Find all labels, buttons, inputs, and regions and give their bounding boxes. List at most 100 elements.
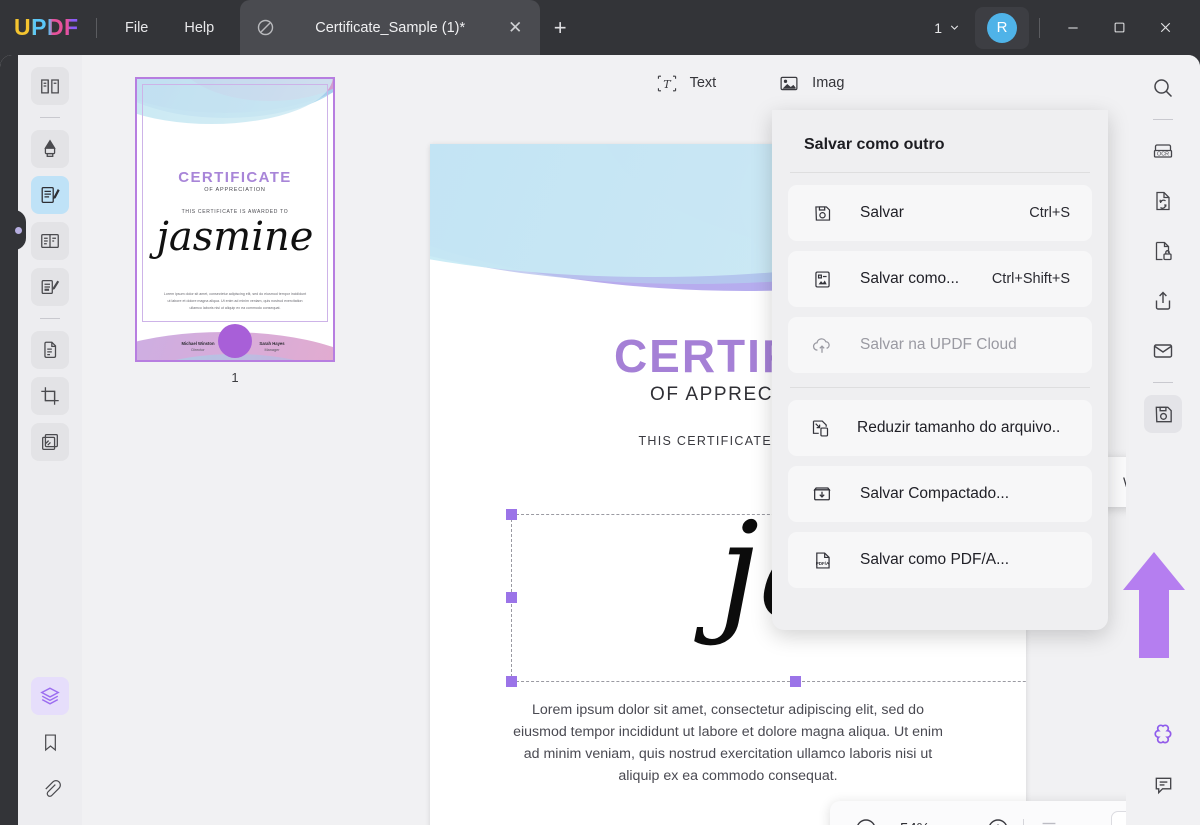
menu-item-label: Salvar Compactado... — [860, 485, 1009, 503]
menu-item-salvar-como-pdfa[interactable]: PDF/A Salvar como PDF/A... — [788, 532, 1092, 588]
zoom-in-button[interactable] — [980, 811, 1016, 825]
sidebar-item-attachments[interactable] — [31, 769, 69, 807]
first-page-button[interactable] — [1031, 811, 1067, 825]
menu-item-shortcut: Ctrl+S — [1029, 205, 1070, 221]
save-compressed-icon — [810, 482, 834, 506]
toolbar-text-label: Text — [690, 75, 717, 91]
menu-item-salvar-como[interactable]: Salvar como... Ctrl+Shift+S — [788, 251, 1092, 307]
zoom-out-button[interactable] — [848, 811, 884, 825]
resize-handle-bottom-center[interactable] — [790, 676, 801, 687]
thumbnail-signer-one-role: Director — [163, 348, 233, 352]
close-tab-icon[interactable]: ✕ — [504, 18, 526, 38]
updf-logo: UPDF — [14, 16, 86, 39]
image-icon — [776, 72, 802, 94]
ai-assistant-icon[interactable] — [1144, 715, 1182, 753]
menu-item-shortcut: Ctrl+Shift+S — [992, 271, 1070, 287]
divider — [1023, 819, 1024, 825]
cloud-upload-icon — [810, 333, 834, 357]
app-shell: CERTIFICATE OF APPRECIATION THIS CERTIFI… — [0, 55, 1200, 825]
sidebar-item-batch[interactable] — [31, 423, 69, 461]
divider — [40, 117, 60, 118]
sidebar-item-crop[interactable] — [31, 377, 69, 415]
menu-item-label: Reduzir tamanho do arquivo.. — [857, 419, 1060, 437]
account-button[interactable]: R — [975, 7, 1029, 49]
menu-help[interactable]: Help — [166, 14, 232, 42]
document-tab[interactable]: Certificate_Sample (1)* ✕ — [240, 0, 540, 55]
thumbnail-page-number: 1 — [82, 370, 388, 385]
new-tab-button[interactable]: + — [540, 17, 580, 39]
sidebar-item-comment[interactable] — [31, 130, 69, 168]
maximize-button[interactable] — [1096, 8, 1142, 48]
sidebar-item-convert[interactable] — [31, 331, 69, 369]
thumbnail-inner-border — [142, 84, 328, 322]
protect-icon[interactable] — [1144, 232, 1182, 270]
left-tool-rail — [18, 55, 82, 825]
menu-item-salvar-compactado[interactable]: Salvar Compactado... — [788, 466, 1092, 522]
page-thumbnail[interactable]: CERTIFICATE OF APPRECIATION THIS CERTIFI… — [135, 77, 335, 362]
thumbnail-title: CERTIFICATE — [137, 169, 333, 186]
sidebar-item-reader[interactable] — [31, 67, 69, 105]
minimize-button[interactable] — [1050, 8, 1096, 48]
close-window-button[interactable] — [1142, 8, 1188, 48]
sidebar-item-layers[interactable] — [31, 677, 69, 715]
certificate-body-text: Lorem ipsum dolor sit amet, consectetur … — [508, 699, 948, 787]
thumbnail-panel: CERTIFICATE OF APPRECIATION THIS CERTIFI… — [82, 55, 372, 825]
resize-handle-middle-left[interactable] — [506, 592, 517, 603]
thumbnail-signer-one-name: Michael Winston — [163, 341, 233, 346]
right-tool-rail: OCR — [1126, 55, 1200, 825]
email-icon[interactable] — [1144, 332, 1182, 370]
tab-count-value: 1 — [934, 20, 942, 36]
sidebar-item-bookmarks[interactable] — [31, 723, 69, 761]
zoom-level-label[interactable]: 54% — [884, 820, 946, 825]
menu-item-salvar-na-updf-cloud[interactable]: Salvar na UPDF Cloud — [788, 317, 1092, 373]
document-tab-title: Certificate_Sample (1)* — [276, 20, 504, 36]
sidebar-item-organize-pages[interactable] — [31, 222, 69, 260]
app-body: CERTIFICATE OF APPRECIATION THIS CERTIFI… — [0, 55, 1200, 825]
share-icon[interactable] — [1144, 282, 1182, 320]
menu-item-salvar[interactable]: Salvar Ctrl+S — [788, 185, 1092, 241]
divider — [96, 18, 97, 38]
save-as-icon — [810, 267, 834, 291]
divider — [790, 387, 1090, 388]
previous-page-button[interactable] — [1067, 811, 1103, 825]
menu-item-label: Salvar como PDF/A... — [860, 551, 1009, 569]
menu-item-label: Salvar — [860, 204, 904, 222]
save-icon — [810, 201, 834, 225]
menu-title: Salvar como outro — [788, 110, 1092, 172]
sidebar-item-edit-pdf[interactable] — [31, 176, 69, 214]
feedback-icon[interactable] — [1144, 765, 1182, 803]
divider — [1153, 382, 1173, 383]
menu-file[interactable]: File — [107, 14, 166, 42]
document-tab-icon — [254, 17, 276, 39]
sidebar-item-fill-sign[interactable] — [31, 268, 69, 306]
panel-collapse-handle[interactable] — [10, 210, 26, 250]
divider — [1153, 119, 1173, 120]
reduce-size-icon — [810, 416, 831, 440]
avatar: R — [987, 13, 1017, 43]
toolbar-text-tool[interactable]: T Text — [654, 72, 717, 94]
save-as-other-icon[interactable] — [1144, 395, 1182, 433]
left-edge-strip — [0, 55, 18, 825]
toolbar-image-tool[interactable]: Imag — [776, 72, 844, 94]
thumbnail-signer-two-role: Manager — [237, 348, 307, 352]
edit-toolbar: T Text Imag — [372, 55, 1126, 111]
toolbar-image-label: Imag — [812, 75, 844, 91]
hint-arrow-icon — [1121, 550, 1187, 660]
menu-item-label: Salvar como... — [860, 270, 959, 288]
ocr-icon[interactable]: OCR — [1144, 132, 1182, 170]
search-icon[interactable] — [1144, 69, 1182, 107]
collapse-dot-icon — [15, 227, 22, 234]
menu-item-reduzir-tamanho[interactable]: Reduzir tamanho do arquivo.. — [788, 400, 1092, 456]
save-as-other-menu: Salvar como outro Salvar Ctrl+S — [772, 110, 1108, 630]
thumbnail-body: Lorem ipsum dolor sit amet, consectetur … — [163, 291, 307, 311]
resize-handle-top-left[interactable] — [506, 509, 517, 520]
chevron-down-icon — [948, 21, 961, 34]
resize-handle-bottom-left[interactable] — [506, 676, 517, 687]
convert-icon[interactable] — [1144, 182, 1182, 220]
tab-count-dropdown[interactable]: 1 — [934, 20, 961, 36]
thumbnail-signature: jasmine — [137, 217, 333, 257]
thumbnail-content: CERTIFICATE OF APPRECIATION THIS CERTIFI… — [137, 79, 333, 360]
thumbnail-subtitle: OF APPRECIATION — [137, 187, 333, 193]
svg-text:T: T — [663, 77, 672, 90]
text-icon: T — [654, 72, 680, 94]
